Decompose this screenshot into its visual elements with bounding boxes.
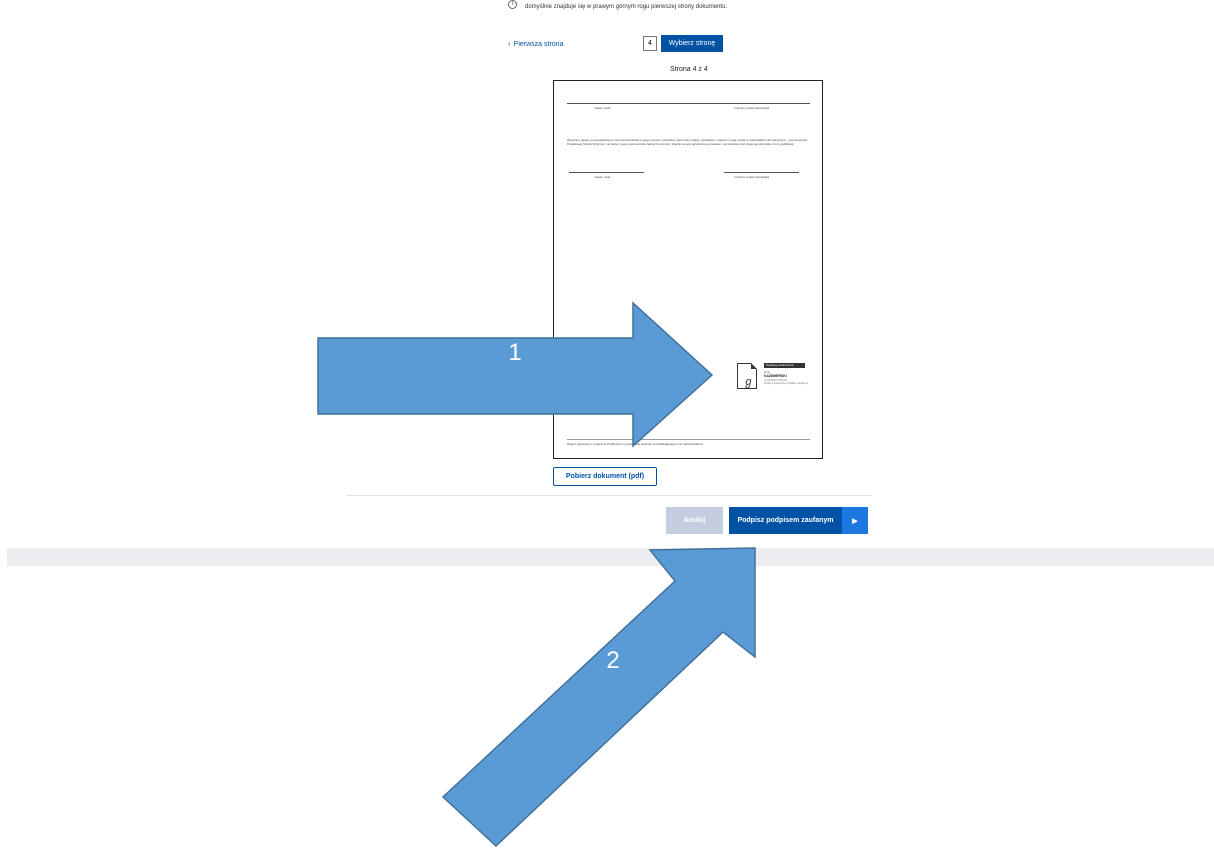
document-line [724, 172, 799, 173]
signature-name: KAZIMIERSKI [764, 374, 787, 378]
doc-footer: Raport wykonany z programu ProMonitor na… [567, 442, 703, 446]
annotation-arrow-2 [441, 547, 756, 848]
doc-candidate-signature-1: czytelny podpis kandydata [734, 106, 770, 110]
divider [347, 495, 872, 496]
annotation-arrow-1-label: 1 [508, 339, 521, 366]
page-counter: Strona 4 z 4 [670, 66, 708, 73]
sign-trusted-profile-button[interactable]: Podpisz podpisem zaufanym ▶ [729, 507, 868, 534]
doc-candidate-signature-2: czytelny podpis kandydata [734, 175, 770, 179]
document-line [569, 172, 644, 173]
document-line [567, 103, 810, 104]
download-pdf-button[interactable]: Pobierz dokument (pdf) [553, 467, 657, 486]
signature-note: Podpis potwierdzony profilem zaufanym [764, 382, 809, 385]
signed-document-icon: ℊ [737, 363, 757, 389]
cancel-button[interactable]: Anuluj [666, 507, 723, 534]
triangle-right-icon: ▶ [842, 507, 868, 534]
info-icon: i [508, 0, 517, 9]
annotation-arrow-2-label: 2 [606, 647, 619, 674]
page-number-input[interactable] [643, 36, 657, 51]
first-page-label: Pierwsza strona [513, 40, 564, 48]
signature-label: Podpisany elektronicznie [764, 363, 805, 368]
doc-place-date-2: miasto, data [594, 175, 611, 179]
signature-meta: 21.06.2023 12:55:34 Podpis potwierdzony … [764, 379, 808, 385]
info-row: i domyślnie znajduje się w prawym górnym… [508, 0, 728, 10]
doc-consent-paragraph: Wyrażam zgodę na nieodpłatnego rozpowsze… [567, 138, 808, 146]
info-text: domyślnie znajduje się w prawym górnym r… [525, 4, 728, 10]
first-page-link[interactable]: ‹ Pierwsza strona [508, 40, 563, 48]
sign-button-label: Podpisz podpisem zaufanym [737, 517, 834, 524]
document-line [567, 439, 810, 440]
document-preview: miasto, data czytelny podpis kandydata W… [553, 80, 823, 459]
select-page-button[interactable]: Wybierz stronę [661, 35, 723, 52]
chevron-left-icon: ‹ [508, 39, 511, 48]
footer-band [7, 548, 1214, 566]
doc-place-date-1: miasto, data [594, 106, 611, 110]
